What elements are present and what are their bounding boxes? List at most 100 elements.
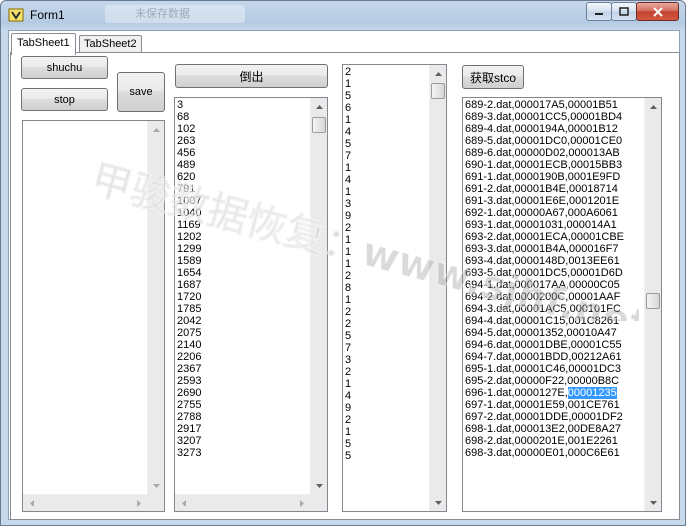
list-item[interactable]: 694-2.dat,0000200C,00001AAF — [464, 291, 624, 303]
log-vertical-scrollbar[interactable] — [147, 121, 164, 494]
list-item[interactable]: 1299 — [176, 243, 201, 255]
scroll-up-icon[interactable] — [311, 98, 327, 115]
list-item[interactable]: 694-3.dat,00001AC5,000101FC — [464, 303, 624, 315]
scroll-right-icon[interactable] — [130, 495, 147, 511]
scroll-thumb[interactable] — [431, 83, 445, 99]
minimize-button[interactable] — [586, 2, 612, 21]
scroll-up-icon[interactable] — [430, 65, 446, 82]
list-item[interactable]: 689-4.dat,0000194A,00001B12 — [464, 123, 624, 135]
list-item[interactable]: 2690 — [176, 387, 201, 399]
offset-listbox[interactable]: 3 68 102 263 456 489 620 791 1007 1040 1169 1202 129… — [174, 97, 328, 512]
list-item[interactable]: 2 — [344, 414, 351, 426]
log-listbox[interactable] — [22, 120, 165, 512]
list-item[interactable]: 689-5.dat,00001DC0,00001CE0 — [464, 135, 624, 147]
list-item[interactable]: 2788 — [176, 411, 201, 423]
list-item[interactable]: 1 — [344, 78, 351, 90]
list-item[interactable]: 9 — [344, 210, 351, 222]
list-item[interactable]: 1169 — [176, 219, 201, 231]
list-item[interactable]: 3273 — [176, 447, 201, 459]
scroll-up-icon[interactable] — [148, 121, 164, 138]
list-item[interactable]: 689-3.dat,00001CC5,00001BD4 — [464, 111, 624, 123]
offset-horizontal-scrollbar[interactable] — [175, 494, 310, 511]
list-item[interactable]: 4 — [344, 126, 351, 138]
list-item[interactable]: 694-5.dat,00001352,00010A47 — [464, 327, 624, 339]
list-item[interactable]: 694-6.dat,00001DBE,00001C55 — [464, 339, 624, 351]
list-item[interactable]: 2042 — [176, 315, 201, 327]
list-item[interactable]: 1785 — [176, 303, 201, 315]
list-item[interactable]: 1 — [344, 186, 351, 198]
list-item[interactable]: 3 — [344, 198, 351, 210]
list-item[interactable]: 3207 — [176, 435, 201, 447]
digit-listbox[interactable]: 215614571413921112812257321492155 — [342, 64, 447, 512]
list-item[interactable]: 2917 — [176, 423, 201, 435]
list-item[interactable]: 1589 — [176, 255, 201, 267]
stco-vertical-scrollbar[interactable] — [644, 98, 661, 511]
stop-button[interactable]: stop — [21, 88, 108, 111]
scroll-thumb[interactable] — [312, 117, 326, 133]
list-item[interactable]: 698-2.dat,0000201E,001E2261 — [464, 435, 624, 447]
scroll-thumb[interactable] — [646, 293, 660, 309]
list-item[interactable]: 2 — [344, 270, 351, 282]
list-item[interactable]: 2 — [344, 318, 351, 330]
list-item[interactable]: 9 — [344, 402, 351, 414]
scroll-down-icon[interactable] — [148, 477, 164, 494]
tab-tabsheet1[interactable]: TabSheet1 — [11, 33, 76, 55]
save-button[interactable]: save — [117, 72, 165, 112]
list-item[interactable]: 7 — [344, 150, 351, 162]
list-item[interactable]: 620 — [176, 171, 201, 183]
scroll-left-icon[interactable] — [23, 495, 40, 511]
scroll-down-icon[interactable] — [645, 494, 661, 511]
list-item[interactable]: 1720 — [176, 291, 201, 303]
list-item[interactable]: 695-1.dat,00001C46,00001DC3 — [464, 363, 624, 375]
list-item[interactable]: 691-2.dat,00001B4E,00018714 — [464, 183, 624, 195]
list-item[interactable]: 2 — [344, 306, 351, 318]
list-item[interactable]: 2 — [344, 366, 351, 378]
list-item[interactable]: 2593 — [176, 375, 201, 387]
list-item[interactable]: 4 — [344, 174, 351, 186]
list-item[interactable]: 1687 — [176, 279, 201, 291]
list-item[interactable]: 690-1.dat,00001ECB,00015BB3 — [464, 159, 624, 171]
list-item[interactable]: 693-4.dat,0000148D,0013EE61 — [464, 255, 624, 267]
maximize-button[interactable] — [611, 2, 637, 21]
list-item[interactable]: 8 — [344, 282, 351, 294]
list-item[interactable]: 689-6.dat,00000D02,000013AB — [464, 147, 624, 159]
list-item[interactable]: 693-1.dat,00001031,000014A1 — [464, 219, 624, 231]
digit-vertical-scrollbar[interactable] — [429, 65, 446, 511]
selected-list-item[interactable]: 696-1.dat,0000127E,00001235 — [464, 387, 624, 399]
list-item[interactable]: 697-2.dat,00001DDE,00001DF2 — [464, 411, 624, 423]
scroll-left-icon[interactable] — [175, 495, 192, 511]
list-item[interactable]: 7 — [344, 342, 351, 354]
list-item[interactable]: 691-3.dat,00001E6E,0001201E — [464, 195, 624, 207]
list-item[interactable]: 1 — [344, 162, 351, 174]
list-item[interactable]: 1654 — [176, 267, 201, 279]
list-item[interactable]: 456 — [176, 147, 201, 159]
list-item[interactable]: 2 — [344, 66, 351, 78]
list-item[interactable]: 694-7.dat,00001BDD,00212A61 — [464, 351, 624, 363]
log-horizontal-scrollbar[interactable] — [23, 494, 147, 511]
list-item[interactable]: 692-1.dat,00000A67,000A6061 — [464, 207, 624, 219]
list-item[interactable]: 698-1.dat,000013E2,00DE8A27 — [464, 423, 624, 435]
list-item[interactable]: 1007 — [176, 195, 201, 207]
list-item[interactable]: 5 — [344, 450, 351, 462]
list-item[interactable]: 1 — [344, 378, 351, 390]
get-stco-button[interactable]: 获取stco — [462, 65, 524, 89]
list-item[interactable]: 1 — [344, 234, 351, 246]
list-item[interactable]: 2755 — [176, 399, 201, 411]
list-item[interactable]: 68 — [176, 111, 201, 123]
list-item[interactable]: 2 — [344, 222, 351, 234]
list-item[interactable]: 5 — [344, 438, 351, 450]
scroll-down-icon[interactable] — [430, 494, 446, 511]
daochu-button[interactable]: 倒出 — [175, 64, 328, 88]
list-item[interactable]: 1 — [344, 426, 351, 438]
stco-listbox[interactable]: 689-2.dat,000017A5,00001B51 689-3.dat,000… — [462, 97, 662, 512]
scroll-up-icon[interactable] — [645, 98, 661, 115]
list-item[interactable]: 2367 — [176, 363, 201, 375]
scroll-right-icon[interactable] — [293, 495, 310, 511]
list-item[interactable]: 2075 — [176, 327, 201, 339]
list-item[interactable]: 5 — [344, 330, 351, 342]
list-item[interactable]: 689-2.dat,000017A5,00001B51 — [464, 99, 624, 111]
list-item[interactable]: 5 — [344, 138, 351, 150]
offset-vertical-scrollbar[interactable] — [310, 98, 327, 494]
list-item[interactable]: 3 — [176, 99, 201, 111]
list-item[interactable]: 489 — [176, 159, 201, 171]
